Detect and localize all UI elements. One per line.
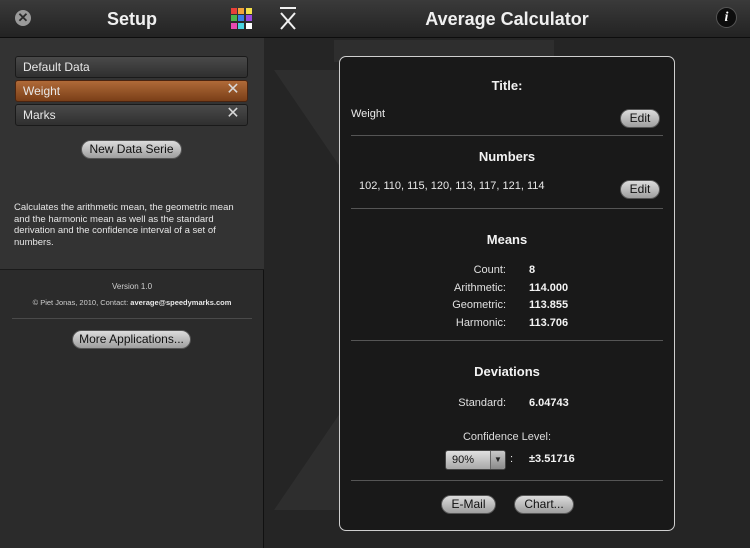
main-header: Average Calculator i (264, 0, 750, 38)
color-swatch (238, 22, 245, 29)
standard-label: Standard: (458, 397, 506, 409)
color-swatch (231, 15, 237, 22)
geometric-label: Geometric: (452, 299, 506, 311)
color-swatch (245, 8, 252, 14)
numbers-heading: Numbers (478, 149, 536, 164)
color-swatch (238, 8, 245, 14)
calculator-main: Average Calculator i Title: Weight Edit … (264, 0, 750, 548)
divider (351, 340, 663, 341)
list-item-label: Weight (23, 84, 61, 98)
list-item-default-data[interactable]: Default Data (15, 56, 248, 78)
divider (351, 208, 663, 209)
divider (12, 318, 252, 319)
title-heading: Title: (491, 78, 523, 93)
means-heading: Means (486, 232, 528, 247)
title-value: Weight (351, 108, 386, 120)
count-value: 8 (529, 264, 536, 276)
version-text: Version 1.0 (111, 282, 153, 291)
list-item-label: Default Data (23, 60, 90, 74)
info-icon[interactable]: i (716, 7, 737, 28)
standard-value: 6.04743 (529, 397, 569, 409)
arithmetic-value: 114.000 (529, 282, 569, 294)
numbers-value: 102, 110, 115, 120, 113, 117, 121, 114 (359, 180, 545, 192)
geometric-value: 113.855 (529, 299, 569, 311)
contact-email[interactable]: average@speedymarks.com (130, 298, 231, 307)
chart-button[interactable]: Chart... (514, 495, 574, 514)
divider (351, 480, 663, 481)
data-series-list: Default Data Weight ✕ Marks ✕ (15, 56, 248, 128)
edit-title-button[interactable]: Edit (620, 109, 660, 128)
results-panel: Title: Weight Edit Numbers 102, 110, 115… (339, 56, 675, 531)
setup-sidebar: ✕ Setup Default Data Weight ✕ Marks ✕ Ne… (0, 0, 264, 548)
remove-x-icon[interactable]: ✕ (226, 82, 240, 98)
color-swatch (238, 15, 245, 22)
copyright-prefix: © Piet Jonas, 2010, Contact: (32, 298, 129, 307)
list-item-weight[interactable]: Weight ✕ (15, 80, 248, 102)
app-description: Calculates the arithmetic mean, the geom… (14, 202, 234, 248)
confidence-selected-value: 90% (452, 454, 475, 466)
color-swatch (231, 8, 237, 14)
copyright-text: © Piet Jonas, 2010, Contact: average@spe… (0, 298, 264, 307)
color-grid-icon[interactable] (231, 8, 252, 29)
confidence-separator: : (510, 453, 514, 465)
sidebar-title: Setup (106, 9, 157, 29)
more-applications-button[interactable]: More Applications... (72, 330, 191, 349)
list-item-label: Marks (23, 108, 56, 122)
harmonic-label: Harmonic: (455, 317, 506, 329)
new-data-serie-button[interactable]: New Data Serie (81, 140, 182, 159)
color-swatch (245, 22, 252, 29)
harmonic-value: 113.706 (529, 317, 569, 329)
chevron-down-icon[interactable]: ▼ (490, 451, 505, 469)
confidence-value: ±3.51716 (529, 453, 575, 465)
confidence-level-label: Confidence Level: (462, 431, 552, 443)
list-item-marks[interactable]: Marks ✕ (15, 104, 248, 126)
edit-numbers-button[interactable]: Edit (620, 180, 660, 199)
sidebar-header: ✕ Setup (0, 0, 264, 38)
confidence-level-select[interactable]: 90% ▼ (445, 450, 506, 470)
divider (351, 135, 663, 136)
deviations-heading: Deviations (474, 364, 540, 379)
color-swatch (245, 15, 252, 22)
app-window: ✕ Setup Default Data Weight ✕ Marks ✕ Ne… (0, 0, 750, 548)
email-button[interactable]: E-Mail (441, 495, 496, 514)
color-swatch (231, 22, 237, 29)
remove-x-icon[interactable]: ✕ (226, 106, 240, 122)
main-title: Average Calculator (425, 9, 589, 29)
count-label: Count: (473, 264, 506, 276)
arithmetic-label: Arithmetic: (454, 282, 506, 294)
